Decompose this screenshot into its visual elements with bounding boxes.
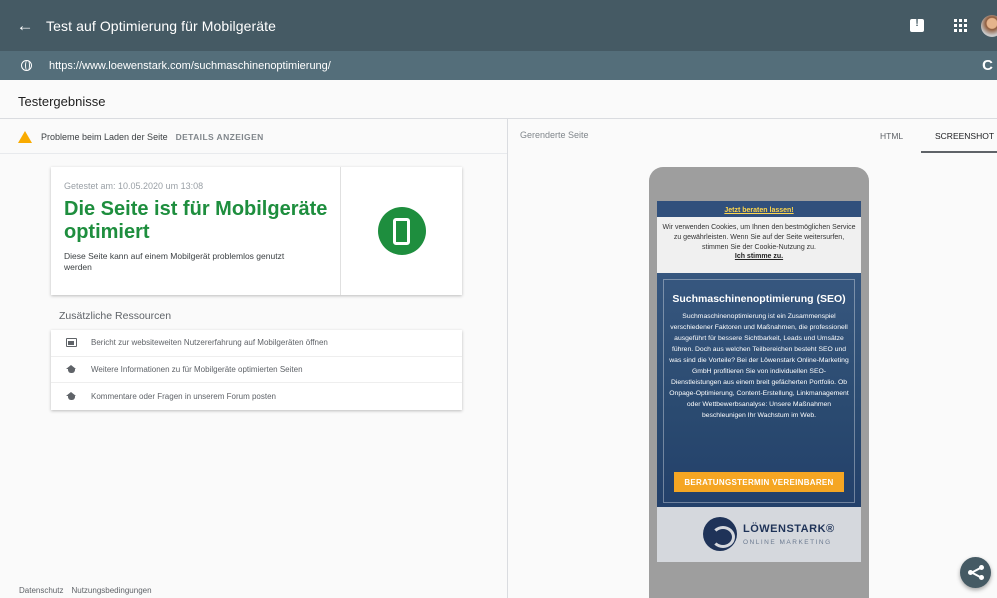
details-link[interactable]: DETAILS ANZEIGEN [176,132,264,142]
preview-logo-sub: ONLINE MARKETING [743,539,832,546]
warning-row: Probleme beim Laden der Seite DETAILS AN… [18,130,264,144]
page-title: Test auf Optimierung für Mobilgeräte [46,17,277,34]
tested-timestamp: Getestet am: 10.05.2020 um 13:08 [64,181,204,191]
share-icon-line [972,571,981,578]
topbar-actions [910,0,997,51]
reload-icon[interactable]: C [982,57,993,74]
preview-cookie-banner: Wir verwenden Cookies, um Ihnen den best… [657,217,861,273]
globe-icon [21,60,32,71]
top-app-bar: ← Test auf Optimierung für Mobilgeräte [0,0,997,51]
share-button[interactable] [960,557,991,588]
tested-url[interactable]: https://www.loewenstark.com/suchmaschine… [49,60,331,72]
url-bar: https://www.loewenstark.com/suchmaschine… [0,51,997,80]
preview-beraten-link: Jetzt beraten lassen! [724,207,794,214]
feedback-icon[interactable] [910,18,924,32]
warning-text: Probleme beim Laden der Seite [41,132,168,142]
tab-active-indicator [921,151,997,153]
divider [0,153,507,154]
divider [0,118,997,119]
result-headline: Die Seite ist für Mobilgeräte optimiert [64,198,328,243]
resource-label: Bericht zur websiteweiten Nutzererfahrun… [91,338,328,348]
lion-logo-icon [703,517,737,551]
tab-html[interactable]: HTML [880,131,903,141]
tab-screenshot[interactable]: SCREENSHOT [935,131,994,141]
preview-hero-body: Suchmaschinenoptimierung ist ein Zusamme… [669,313,849,419]
preview-cookie-accept: Ich stimme zu. [734,253,784,260]
apps-grid-icon[interactable] [954,19,967,32]
report-icon [66,338,77,348]
result-card: Getestet am: 10.05.2020 um 13:08 Die Sei… [51,167,462,295]
mobile-friendly-icon [377,207,426,255]
resources-list: Bericht zur websiteweiten Nutzererfahrun… [51,330,462,410]
terms-link[interactable]: Nutzungsbedingungen [71,586,151,595]
phone-screenshot: Jetzt beraten lassen! Wir verwenden Cook… [657,201,861,562]
preview-logo-area: LÖWENSTARK® ONLINE MARKETING [657,507,861,562]
footer-links: Datenschutz Nutzungsbedingungen [19,586,152,595]
result-icon-area [341,167,462,295]
preview-logo-name: LÖWENSTARK® [743,523,835,535]
school-icon [66,364,77,374]
preview-hero: Suchmaschinenoptimierung (SEO) Suchmasch… [657,273,861,507]
results-heading: Testergebnisse [18,94,106,109]
divider-vertical [507,119,508,598]
preview-cookie-text: Wir verwenden Cookies, um Ihnen den best… [662,224,856,251]
preview-cta-button: BERATUNGSTERMIN VEREINBAREN [674,472,844,492]
resource-item-forum[interactable]: Kommentare oder Fragen in unserem Forum … [51,383,462,410]
phone-frame: Jetzt beraten lassen! Wir verwenden Cook… [649,167,869,598]
avatar[interactable] [981,14,997,37]
arrow-back-icon[interactable]: ← [14,15,36,37]
preview-hero-title: Suchmaschinenoptimierung (SEO) [672,293,846,305]
rendered-page-label: Gerenderte Seite [520,130,589,140]
resource-label: Kommentare oder Fragen in unserem Forum … [91,391,276,401]
resource-item-info[interactable]: Weitere Informationen zu für Mobilgeräte… [51,357,462,384]
resource-item-report[interactable]: Bericht zur websiteweiten Nutzererfahrun… [51,330,462,357]
privacy-link[interactable]: Datenschutz [19,586,63,595]
resource-label: Weitere Informationen zu für Mobilgeräte… [91,364,303,374]
warning-icon [18,131,32,143]
school-icon [66,391,77,401]
resources-heading: Zusätzliche Ressourcen [59,310,172,322]
result-description: Diese Seite kann auf einem Mobilgerät pr… [64,251,285,272]
result-card-content: Getestet am: 10.05.2020 um 13:08 Die Sei… [51,167,341,295]
